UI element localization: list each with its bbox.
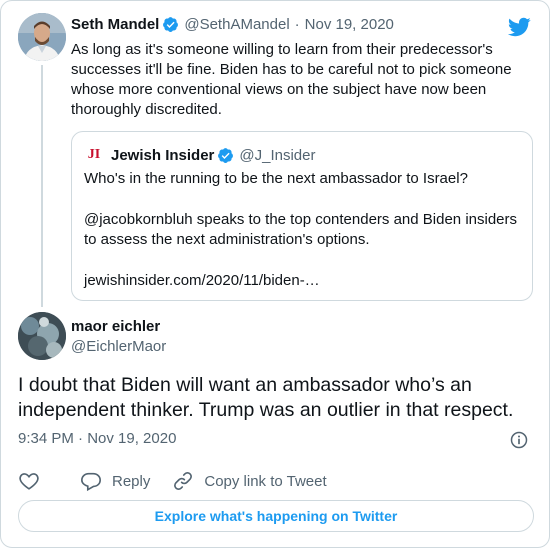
- info-icon[interactable]: [509, 430, 529, 450]
- avatar[interactable]: [18, 13, 66, 61]
- copy-link-button[interactable]: Copy link to Tweet: [172, 470, 327, 492]
- tweet-text: As long as it's someone willing to learn…: [71, 41, 512, 118]
- quoted-link[interactable]: jewishinsider.com/2020/11/biden-…: [84, 271, 524, 291]
- verified-badge-icon: [218, 147, 234, 163]
- quoted-author-handle: @J_Insider: [239, 146, 316, 164]
- twitter-bird-icon[interactable]: [507, 15, 531, 39]
- reply-header: maor eichler @EichlerMaor: [71, 318, 166, 358]
- reply-label: Reply: [112, 472, 151, 490]
- link-icon: [174, 472, 193, 490]
- like-button[interactable]: [18, 470, 50, 492]
- avatar-image: [18, 13, 66, 61]
- quoted-tweet-text: Who's in the running to be the next amba…: [84, 169, 524, 291]
- copy-link-label: Copy link to Tweet: [204, 472, 327, 490]
- tweet-date[interactable]: Nov 19, 2020: [305, 16, 394, 33]
- jewish-insider-logo: JI: [87, 147, 101, 162]
- separator-dot: ·: [294, 16, 300, 33]
- author-name[interactable]: Seth Mandel: [71, 16, 159, 33]
- avatar-image: [18, 312, 66, 360]
- thread-connector-line: [41, 65, 43, 307]
- quoted-author-name: Jewish Insider: [111, 146, 215, 164]
- reply-button[interactable]: Reply: [80, 470, 150, 492]
- quoted-tweet[interactable]: JI Jewish Insider @J_Insider Who's in th…: [71, 131, 533, 301]
- heart-icon: [19, 473, 39, 490]
- tweet-header: Seth Mandel @SethAMandel · Nov 19, 2020: [71, 16, 394, 33]
- author-name[interactable]: maor eichler: [71, 318, 166, 336]
- quoted-line-2: @jacobkornbluh speaks to the top contend…: [84, 211, 518, 248]
- verified-badge-icon: [163, 17, 179, 32]
- explore-twitter-button[interactable]: Explore what's happening on Twitter: [18, 500, 534, 532]
- avatar[interactable]: [18, 312, 66, 360]
- quoted-line-1: Who's in the running to be the next amba…: [84, 170, 468, 187]
- author-handle[interactable]: @SethAMandel: [184, 16, 289, 33]
- tweet-timestamp[interactable]: 9:34 PM · Nov 19, 2020: [18, 430, 176, 447]
- tweet-embed-card: Seth Mandel @SethAMandel · Nov 19, 2020 …: [0, 0, 550, 548]
- speech-bubble-icon: [81, 472, 101, 492]
- reply-tweet-text: I doubt that Biden will want an ambassad…: [18, 374, 514, 421]
- tweet-actions: Reply Copy link to Tweet: [18, 470, 349, 492]
- author-handle[interactable]: @EichlerMaor: [71, 336, 166, 358]
- quoted-tweet-header: JI Jewish Insider @J_Insider: [84, 145, 316, 165]
